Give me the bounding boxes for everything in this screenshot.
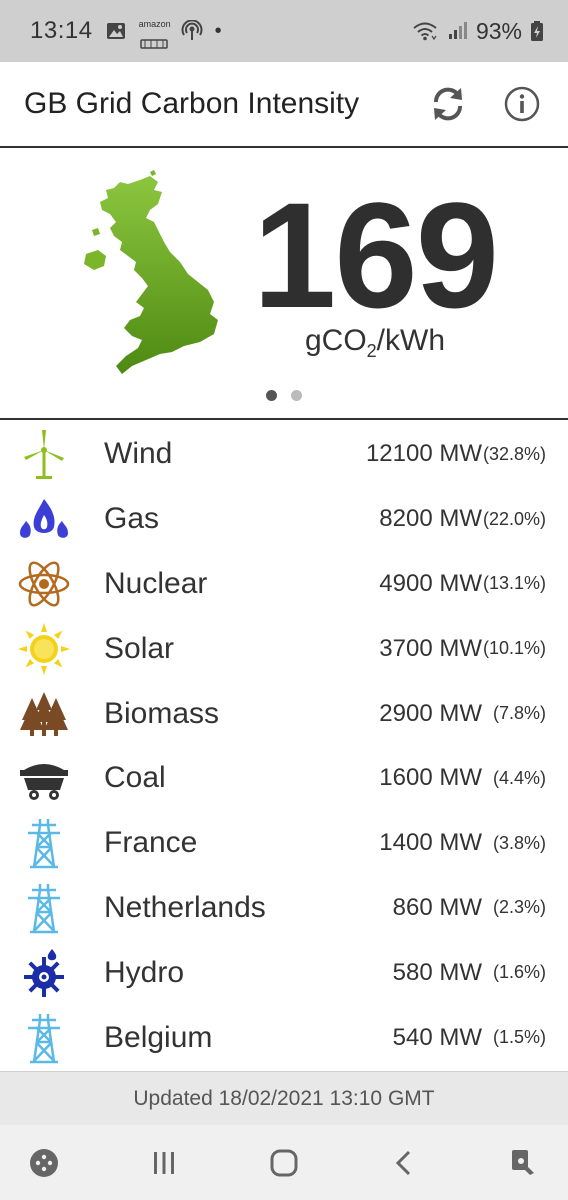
uk-map-icon [84,170,218,374]
source-percent: (4.4%) [492,767,546,788]
source-name: Coal [104,761,166,795]
pylon-icon [16,880,72,936]
last-updated: Updated 18/02/2021 13:10 GMT [0,1071,568,1125]
source-mw: 2900 MW [379,699,482,727]
source-percent: (10.1%) [482,638,546,659]
recent-apps-button[interactable] [136,1135,192,1191]
source-name: Biomass [104,696,220,730]
coal-cart-icon [16,750,72,806]
source-row-coal[interactable]: Coal 1600 MW (4.4%) [0,746,568,811]
signal-icon [446,20,468,42]
source-name: Wind [104,437,173,471]
back-button[interactable] [376,1135,432,1191]
source-row-belgium[interactable]: Belgium 540 MW (1.5%) [0,1005,568,1070]
unit-subscript: 2 [366,341,377,361]
generation-sources-list[interactable]: Wind 12100 MW (32.8%) Gas 8200 MW (22.0%… [0,422,568,1070]
gallery-icon [105,20,127,42]
wind-turbine-icon [16,426,72,482]
source-name: Solar [104,631,175,665]
source-row-nuclear[interactable]: Nuclear 4900 MW (13.1%) [0,552,568,617]
screen-assist-icon [512,1149,534,1175]
page-dot-2[interactable] [291,390,302,401]
info-icon [504,86,540,122]
sun-icon [16,621,72,677]
pylon-icon [16,1010,72,1066]
notification-dot-icon: • [214,19,222,42]
source-name: France [104,826,198,860]
source-percent: (7.8%) [492,703,546,724]
info-button[interactable] [500,82,544,126]
source-mw: 4900 MW [379,569,482,597]
source-row-wind[interactable]: Wind 12100 MW (32.8%) [0,422,568,487]
source-row-biomass[interactable]: Biomass 2900 MW (7.8%) [0,681,568,746]
atom-icon [16,556,72,612]
app-bar: GB Grid Carbon Intensity [0,62,568,148]
source-mw: 1600 MW [379,764,482,792]
home-icon [270,1149,298,1176]
trees-icon [16,686,72,742]
amazon-label: amazon [138,19,171,29]
source-mw: 8200 MW [379,505,482,533]
page-indicator[interactable] [0,390,568,401]
unit-suffix: /kWh [376,324,446,357]
source-mw: 3700 MW [379,634,482,662]
source-percent: (2.3%) [492,897,546,918]
source-percent: (22.0%) [482,508,546,529]
source-row-hydro[interactable]: Hydro 580 MW (1.6%) [0,940,568,1005]
source-row-gas[interactable]: Gas 8200 MW (22.0%) [0,487,568,552]
source-mw: 540 MW [392,1023,482,1051]
status-time: 13:14 [30,17,93,44]
source-percent: (3.8%) [492,832,546,853]
source-percent: (32.8%) [482,443,546,464]
podcast-icon [181,19,203,42]
source-percent: (1.6%) [492,962,546,983]
back-icon [395,1150,411,1175]
source-mw: 12100 MW [365,440,482,468]
intensity-panel[interactable]: 169 gCO2/kWh [0,150,568,420]
wifi-icon [412,20,438,42]
source-name: Nuclear [104,566,208,600]
source-mw: 860 MW [392,893,482,921]
game-launcher-icon [30,1148,58,1177]
source-percent: (13.1%) [482,573,546,594]
recent-apps-icon [154,1151,174,1174]
unit-prefix: gCO [304,324,367,357]
screen-assist-button[interactable] [496,1135,552,1191]
refresh-icon [433,87,463,121]
pylon-icon [16,815,72,871]
source-name: Netherlands [104,890,266,924]
gas-flame-icon [16,491,72,547]
refresh-button[interactable] [426,82,470,126]
source-name: Hydro [104,955,185,989]
source-name: Gas [104,502,160,536]
source-row-solar[interactable]: Solar 3700 MW (10.1%) [0,616,568,681]
battery-level: 93% [475,17,522,44]
game-launcher-button[interactable] [16,1135,72,1191]
battery-charging-icon [530,20,544,42]
source-name: Belgium [104,1020,213,1054]
intensity-value: 169 [252,171,499,339]
status-bar: 13:14 amazon • 93% [0,0,568,62]
app-title: GB Grid Carbon Intensity [24,87,360,120]
source-mw: 580 MW [392,958,482,986]
intensity-unit: gCO2/kWh [250,324,500,362]
source-row-france[interactable]: France 1400 MW (3.8%) [0,811,568,876]
source-percent: (1.5%) [492,1027,546,1048]
system-nav-bar [0,1125,568,1200]
source-row-netherlands[interactable]: Netherlands 860 MW (2.3%) [0,876,568,941]
hydro-wheel-icon [16,945,72,1001]
home-button[interactable] [256,1135,312,1191]
source-mw: 1400 MW [379,829,482,857]
amazon-icon: amazon [138,19,171,49]
page-dot-1[interactable] [266,390,277,401]
